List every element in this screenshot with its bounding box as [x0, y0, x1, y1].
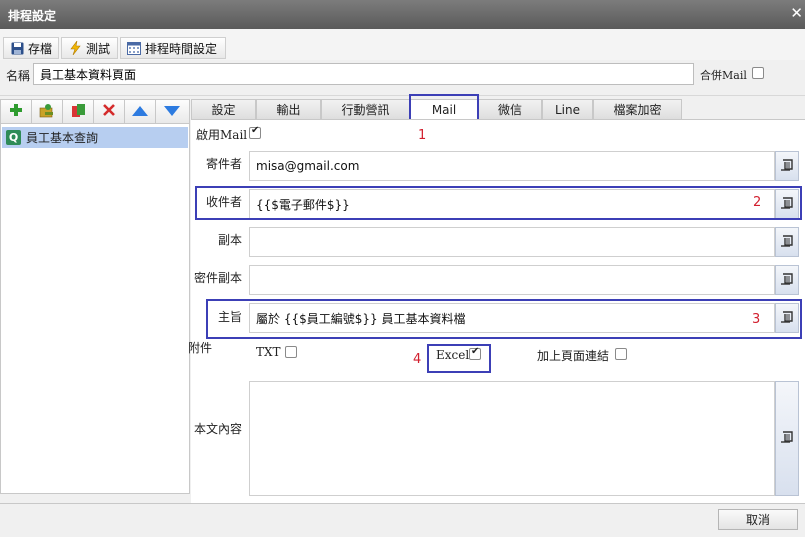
tab-label: 行動營訊 — [341, 103, 390, 117]
txt-label: TXT — [256, 345, 281, 359]
save-button[interactable]: 存檔 — [3, 37, 59, 59]
schedule-time-button[interactable]: 排程時間設定 — [120, 37, 226, 59]
test-label: 測試 — [86, 41, 111, 56]
move-down-button[interactable] — [156, 100, 187, 123]
scroll-icon — [780, 430, 794, 447]
plus-icon — [9, 103, 23, 120]
arrow-down-icon — [163, 105, 180, 119]
merge-mail-checkbox[interactable] — [752, 67, 764, 79]
add-group-button[interactable] — [32, 100, 63, 123]
cancel-label: 取消 — [745, 513, 770, 527]
annotation-number-3: 3 — [752, 312, 761, 327]
tree-item-label: 員工基本查詢 — [26, 131, 99, 145]
recipient-value: {{$電子郵件$}} — [256, 197, 350, 212]
subject-input[interactable]: 屬於 {{$員工編號$}} 員工基本資料檔 — [249, 303, 775, 333]
attachment-label: 附件 — [188, 341, 213, 355]
tree-item[interactable]: Q 員工基本查詢 — [2, 127, 188, 148]
tab-output[interactable]: 輸出 — [256, 99, 321, 120]
recipient-label: 收件者 — [205, 195, 242, 209]
tab-label: 微信 — [497, 103, 522, 117]
query-icon: Q — [6, 130, 21, 145]
close-icon — [102, 103, 116, 120]
body-textarea[interactable] — [249, 381, 775, 496]
save-label: 存檔 — [28, 41, 53, 56]
bcc-picker-button[interactable] — [775, 265, 799, 295]
sender-value: misa@gmail.com — [256, 159, 360, 173]
add-button[interactable] — [1, 100, 32, 123]
bcc-label: 密件副本 — [193, 271, 242, 285]
page-link-checkbox[interactable] — [615, 348, 627, 360]
scroll-icon — [780, 310, 794, 327]
tree-toolbar — [0, 99, 190, 124]
floppy-disk-icon — [10, 41, 24, 55]
cc-input[interactable] — [249, 227, 775, 257]
cancel-button[interactable]: 取消 — [718, 509, 798, 530]
excel-checkbox[interactable] — [469, 346, 481, 360]
main-toolbar: 存檔 測試 排程時間設定 — [0, 29, 805, 60]
subject-value: 屬於 {{$員工編號$}} 員工基本資料檔 — [256, 311, 466, 326]
scroll-icon — [780, 272, 794, 289]
enable-mail-label: 啟用Mail — [196, 128, 248, 142]
sender-picker-button[interactable] — [775, 151, 799, 181]
title-bar: 排程設定 ✕ — [0, 0, 805, 29]
enable-mail-checkbox[interactable] — [249, 125, 261, 139]
window-title: 排程設定 — [8, 9, 57, 23]
tab-label: Line — [554, 102, 580, 117]
name-label: 名稱 — [6, 69, 31, 83]
merge-mail-label: 合併Mail — [700, 69, 747, 82]
move-up-button[interactable] — [125, 100, 156, 123]
excel-label: Excel — [436, 348, 470, 362]
cc-picker-button[interactable] — [775, 227, 799, 257]
tab-file-encryption[interactable]: 檔案加密 — [593, 99, 682, 120]
tab-label: 輸出 — [276, 103, 301, 117]
sender-input[interactable]: misa@gmail.com — [249, 151, 775, 181]
tab-label: 檔案加密 — [613, 103, 662, 117]
tab-label: 設定 — [211, 103, 236, 117]
recipient-input[interactable]: {{$電子郵件$}} — [249, 189, 775, 219]
subject-picker-button[interactable] — [775, 303, 799, 333]
recipient-picker-button[interactable] — [775, 189, 799, 219]
divider — [0, 95, 805, 96]
copy-icon — [71, 103, 86, 121]
tab-label: Mail — [431, 102, 457, 117]
sender-label: 寄件者 — [205, 157, 242, 171]
copy-button[interactable] — [63, 100, 94, 123]
scroll-icon — [780, 234, 794, 251]
scroll-icon — [780, 196, 794, 213]
footer-divider — [0, 503, 805, 504]
body-picker-button[interactable] — [775, 381, 799, 496]
annotation-number-4: 4 — [413, 352, 422, 367]
subject-label: 主旨 — [217, 310, 242, 324]
delete-button[interactable] — [94, 100, 125, 123]
tab-mobile[interactable]: 行動營訊 — [321, 99, 410, 120]
tree-panel: Q 員工基本查詢 — [0, 124, 190, 494]
tab-wechat[interactable]: 微信 — [478, 99, 542, 120]
tab-settings[interactable]: 設定 — [191, 99, 256, 120]
cc-label: 副本 — [217, 233, 242, 247]
bcc-input[interactable] — [249, 265, 775, 295]
page-link-label: 加上頁面連結 — [537, 349, 610, 363]
tab-line[interactable]: Line — [542, 99, 593, 120]
lightning-icon — [68, 41, 82, 55]
annotation-number-1: 1 — [418, 128, 427, 143]
scroll-icon — [780, 158, 794, 175]
body-label: 本文內容 — [193, 422, 242, 436]
close-icon[interactable]: ✕ — [790, 4, 803, 22]
annotation-number-2: 2 — [753, 195, 762, 210]
tab-mail[interactable]: Mail — [410, 99, 478, 120]
arrow-up-icon — [132, 105, 148, 119]
name-input[interactable] — [33, 63, 694, 85]
folder-group-icon — [39, 103, 55, 121]
txt-checkbox[interactable] — [285, 346, 297, 358]
schedule-time-label: 排程時間設定 — [145, 41, 218, 56]
test-button[interactable]: 測試 — [61, 37, 118, 59]
calendar-icon — [127, 41, 141, 55]
